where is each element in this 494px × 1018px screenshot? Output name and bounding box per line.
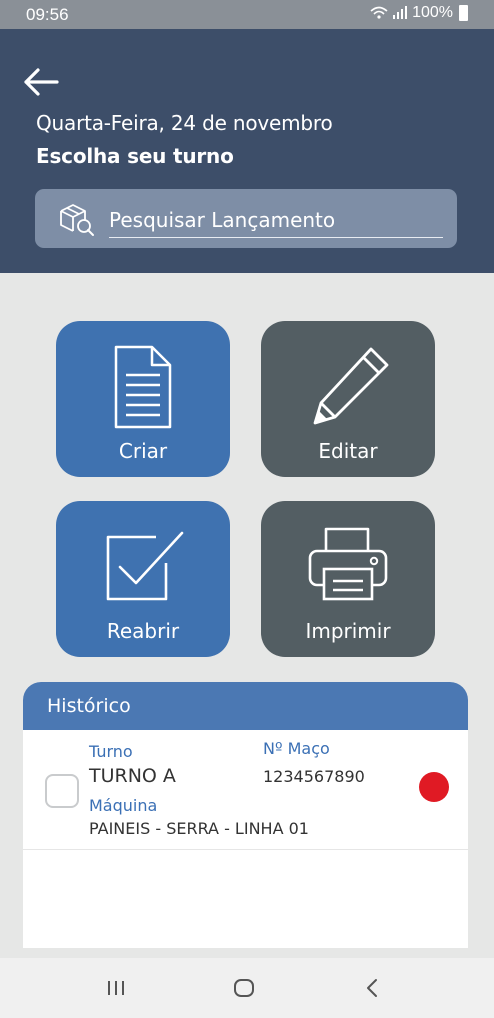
- turno-value: TURNO A: [89, 765, 176, 787]
- history-item[interactable]: Turno TURNO A Nº Maço 1234567890 Máquina…: [23, 730, 468, 850]
- status-time: 09:56: [26, 5, 69, 24]
- maco-label: Nº Maço: [263, 739, 330, 758]
- reopen-label: Reabrir: [106, 619, 180, 643]
- edit-label: Editar: [318, 439, 378, 463]
- status-bar: 09:56 100%: [0, 0, 494, 29]
- create-label: Criar: [118, 439, 168, 463]
- history-item-checkbox[interactable]: [45, 774, 79, 808]
- search-input[interactable]: Pesquisar Lançamento: [35, 189, 457, 248]
- home-icon[interactable]: [233, 978, 255, 998]
- create-button[interactable]: Criar: [56, 321, 230, 477]
- maco-value: 1234567890: [263, 767, 365, 786]
- status-indicator: [419, 772, 449, 802]
- maquina-label: Máquina: [89, 796, 158, 815]
- navigation-bar: [0, 958, 494, 1018]
- document-icon: [114, 345, 172, 429]
- back-button[interactable]: [22, 67, 62, 97]
- battery-icon: [459, 5, 468, 21]
- maquina-value: PAINEIS - SERRA - LINHA 01: [89, 819, 309, 838]
- recent-apps-icon[interactable]: [106, 978, 126, 998]
- status-icons: 100%: [370, 4, 468, 22]
- arrow-left-icon: [24, 68, 59, 96]
- print-label: Imprimir: [305, 619, 391, 643]
- edit-button[interactable]: Editar: [261, 321, 435, 477]
- printer-icon: [308, 527, 388, 601]
- package-search-icon: [60, 204, 94, 236]
- search-underline: [109, 237, 443, 238]
- turno-label: Turno: [89, 742, 133, 761]
- page-title: Escolha seu turno: [36, 144, 234, 168]
- pencil-icon: [313, 347, 389, 425]
- checkbox-checked-icon: [106, 531, 184, 601]
- print-button[interactable]: Imprimir: [261, 501, 435, 657]
- date-label: Quarta-Feira, 24 de novembro: [36, 111, 333, 135]
- header: Quarta-Feira, 24 de novembro Escolha seu…: [0, 29, 494, 273]
- history-card: Histórico Turno TURNO A Nº Maço 12345678…: [23, 682, 468, 948]
- reopen-button[interactable]: Reabrir: [56, 501, 230, 657]
- search-placeholder: Pesquisar Lançamento: [109, 208, 336, 232]
- battery-percent: 100%: [412, 4, 453, 21]
- back-icon[interactable]: [364, 978, 380, 998]
- signal-icon: [393, 6, 408, 19]
- wifi-icon: [370, 6, 388, 19]
- history-title: Histórico: [23, 682, 468, 730]
